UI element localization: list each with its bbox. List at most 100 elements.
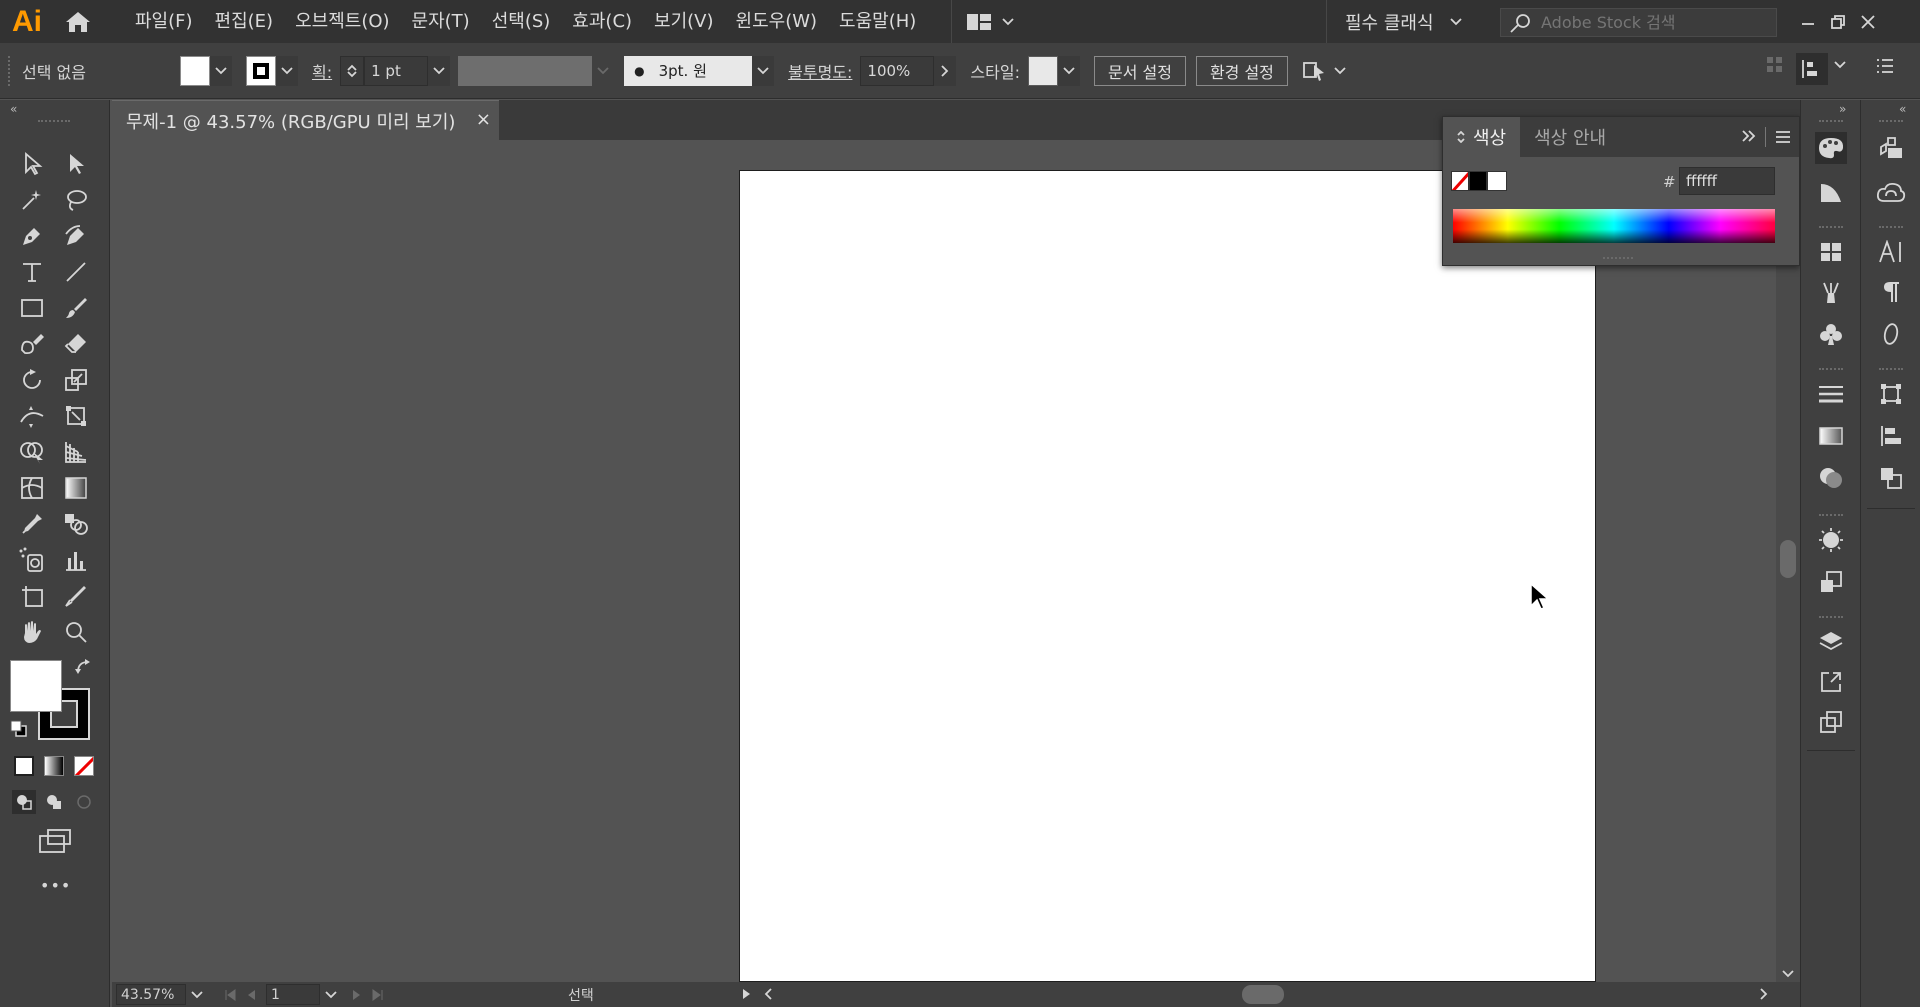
eraser-tool-icon[interactable]: [60, 328, 92, 360]
grid-icon[interactable]: [1766, 56, 1784, 74]
character-panel-icon[interactable]: [1875, 236, 1907, 268]
control-bar-menu-icon[interactable]: [1876, 58, 1894, 74]
lasso-tool-icon[interactable]: [60, 184, 92, 216]
horizontal-scroll-thumb[interactable]: [1242, 985, 1284, 1004]
opacity-expand-button[interactable]: [934, 55, 957, 86]
pen-tool-icon[interactable]: [16, 220, 48, 252]
swatches-icon[interactable]: [1815, 236, 1847, 268]
edit-toolbar-button[interactable]: •••: [40, 876, 71, 895]
slice-tool-icon[interactable]: [60, 580, 92, 612]
line-segment-tool-icon[interactable]: [60, 256, 92, 288]
appearance-panel-icon[interactable]: [1815, 524, 1847, 556]
layers-icon[interactable]: [1815, 626, 1847, 658]
rectangle-tool-icon[interactable]: [16, 292, 48, 324]
menu-file[interactable]: 파일(F): [124, 0, 204, 43]
gradient-mode-button[interactable]: [44, 756, 64, 776]
screen-mode-icon[interactable]: [38, 828, 72, 854]
stroke-weight-label[interactable]: 획:: [312, 59, 332, 83]
opacity-field[interactable]: 100%: [860, 55, 935, 86]
symbol-sprayer-tool-icon[interactable]: [16, 544, 48, 576]
next-artboard-icon[interactable]: [352, 989, 362, 1001]
collapse-dock-icon[interactable]: «: [1899, 102, 1906, 116]
blend-tool-icon[interactable]: [60, 508, 92, 540]
scroll-left-icon[interactable]: [764, 988, 772, 1000]
menu-select[interactable]: 선택(S): [481, 0, 562, 43]
brush-definition-field[interactable]: ● 3pt. 원: [624, 55, 753, 86]
menu-type[interactable]: 문자(T): [401, 0, 481, 43]
transform-panel-icon[interactable]: [1875, 378, 1907, 410]
menu-effect[interactable]: 효과(C): [561, 0, 643, 43]
swap-fill-stroke-icon[interactable]: [74, 658, 92, 676]
color-spectrum[interactable]: [1453, 209, 1775, 243]
draw-behind-icon[interactable]: [42, 790, 66, 814]
artboard[interactable]: [739, 170, 1596, 982]
document-setup-button[interactable]: 문서 설정: [1093, 55, 1186, 86]
artboard-dropdown[interactable]: [320, 990, 342, 999]
stroke-weight-dropdown[interactable]: [428, 55, 451, 86]
draw-inside-icon[interactable]: [72, 790, 96, 814]
white-swatch[interactable]: [1487, 171, 1507, 191]
menu-window[interactable]: 윈도우(W): [725, 0, 829, 43]
fill-swatch[interactable]: [180, 55, 210, 86]
default-fill-stroke-icon[interactable]: [10, 720, 28, 738]
stroke-dropdown[interactable]: [276, 55, 298, 86]
fill-color-box[interactable]: [10, 660, 62, 712]
perspective-grid-tool-icon[interactable]: [60, 436, 92, 468]
brush-dropdown[interactable]: [752, 55, 775, 86]
panel-resize-grip[interactable]: [1603, 257, 1633, 259]
scroll-right-icon[interactable]: [1760, 988, 1768, 1000]
vertical-scroll-thumb[interactable]: [1780, 540, 1796, 578]
fill-dropdown[interactable]: [210, 55, 232, 86]
arrange-documents-button[interactable]: [951, 0, 1014, 43]
curvature-tool-icon[interactable]: [60, 220, 92, 252]
black-swatch[interactable]: [1469, 171, 1487, 191]
arrange-tools-button[interactable]: [1302, 59, 1346, 83]
type-tool-icon[interactable]: [16, 256, 48, 288]
hex-color-field[interactable]: ffffff: [1679, 167, 1775, 195]
direct-selection-tool-icon[interactable]: [60, 148, 92, 180]
color-panel-icon[interactable]: [1815, 132, 1847, 164]
artboard-tool-icon[interactable]: [16, 580, 48, 612]
align-panel-icon[interactable]: [1796, 53, 1828, 85]
menu-edit[interactable]: 편집(E): [204, 0, 285, 43]
collapse-dock-icon[interactable]: »: [1839, 102, 1846, 116]
menu-help[interactable]: 도움말(H): [828, 0, 927, 43]
mesh-tool-icon[interactable]: [16, 472, 48, 504]
zoom-tool-icon[interactable]: [60, 616, 92, 648]
hand-tool-icon[interactable]: [16, 616, 48, 648]
tab-color-guide[interactable]: 색상 안내: [1520, 117, 1620, 157]
menu-object[interactable]: 오브젝트(O): [284, 0, 400, 43]
graphic-style-dropdown[interactable]: [1057, 55, 1080, 86]
paintbrush-tool-icon[interactable]: [60, 292, 92, 324]
close-document-icon[interactable]: ×: [476, 109, 491, 130]
free-transform-tool-icon[interactable]: [60, 400, 92, 432]
control-bar-grip[interactable]: [8, 55, 14, 86]
toolbar-grip[interactable]: [38, 120, 70, 122]
first-artboard-icon[interactable]: [224, 988, 236, 1001]
shaper-tool-icon[interactable]: [16, 328, 48, 360]
color-mode-button[interactable]: [14, 756, 34, 776]
pathfinder-panel-icon[interactable]: [1875, 462, 1907, 494]
transparency-panel-icon[interactable]: [1815, 462, 1847, 494]
graphic-style-swatch[interactable]: [1027, 55, 1058, 86]
stroke-weight-field[interactable]: 1 pt: [364, 55, 429, 86]
last-artboard-icon[interactable]: [372, 988, 384, 1001]
tab-color[interactable]: 색상: [1443, 117, 1521, 157]
scroll-down-icon[interactable]: [1782, 970, 1794, 978]
column-graph-tool-icon[interactable]: [60, 544, 92, 576]
stock-search-input[interactable]: [1541, 13, 1771, 32]
graphic-styles-icon[interactable]: [1815, 566, 1847, 598]
collapse-panel-icon[interactable]: [1741, 129, 1757, 143]
zoom-field[interactable]: 43.57%: [116, 984, 186, 1005]
collapse-toolbar-icon[interactable]: «: [10, 102, 17, 116]
close-icon[interactable]: [1860, 14, 1876, 30]
opentype-panel-icon[interactable]: [1875, 318, 1907, 350]
variable-width-profile[interactable]: [458, 55, 593, 86]
menu-view[interactable]: 보기(V): [643, 0, 724, 43]
variable-width-dropdown[interactable]: [592, 55, 615, 86]
paragraph-panel-icon[interactable]: [1875, 276, 1907, 308]
none-swatch[interactable]: [1451, 171, 1469, 191]
opacity-label[interactable]: 불투명도:: [788, 59, 852, 83]
rotate-tool-icon[interactable]: [16, 364, 48, 396]
workspace-switcher[interactable]: 필수 클래식: [1326, 0, 1462, 43]
